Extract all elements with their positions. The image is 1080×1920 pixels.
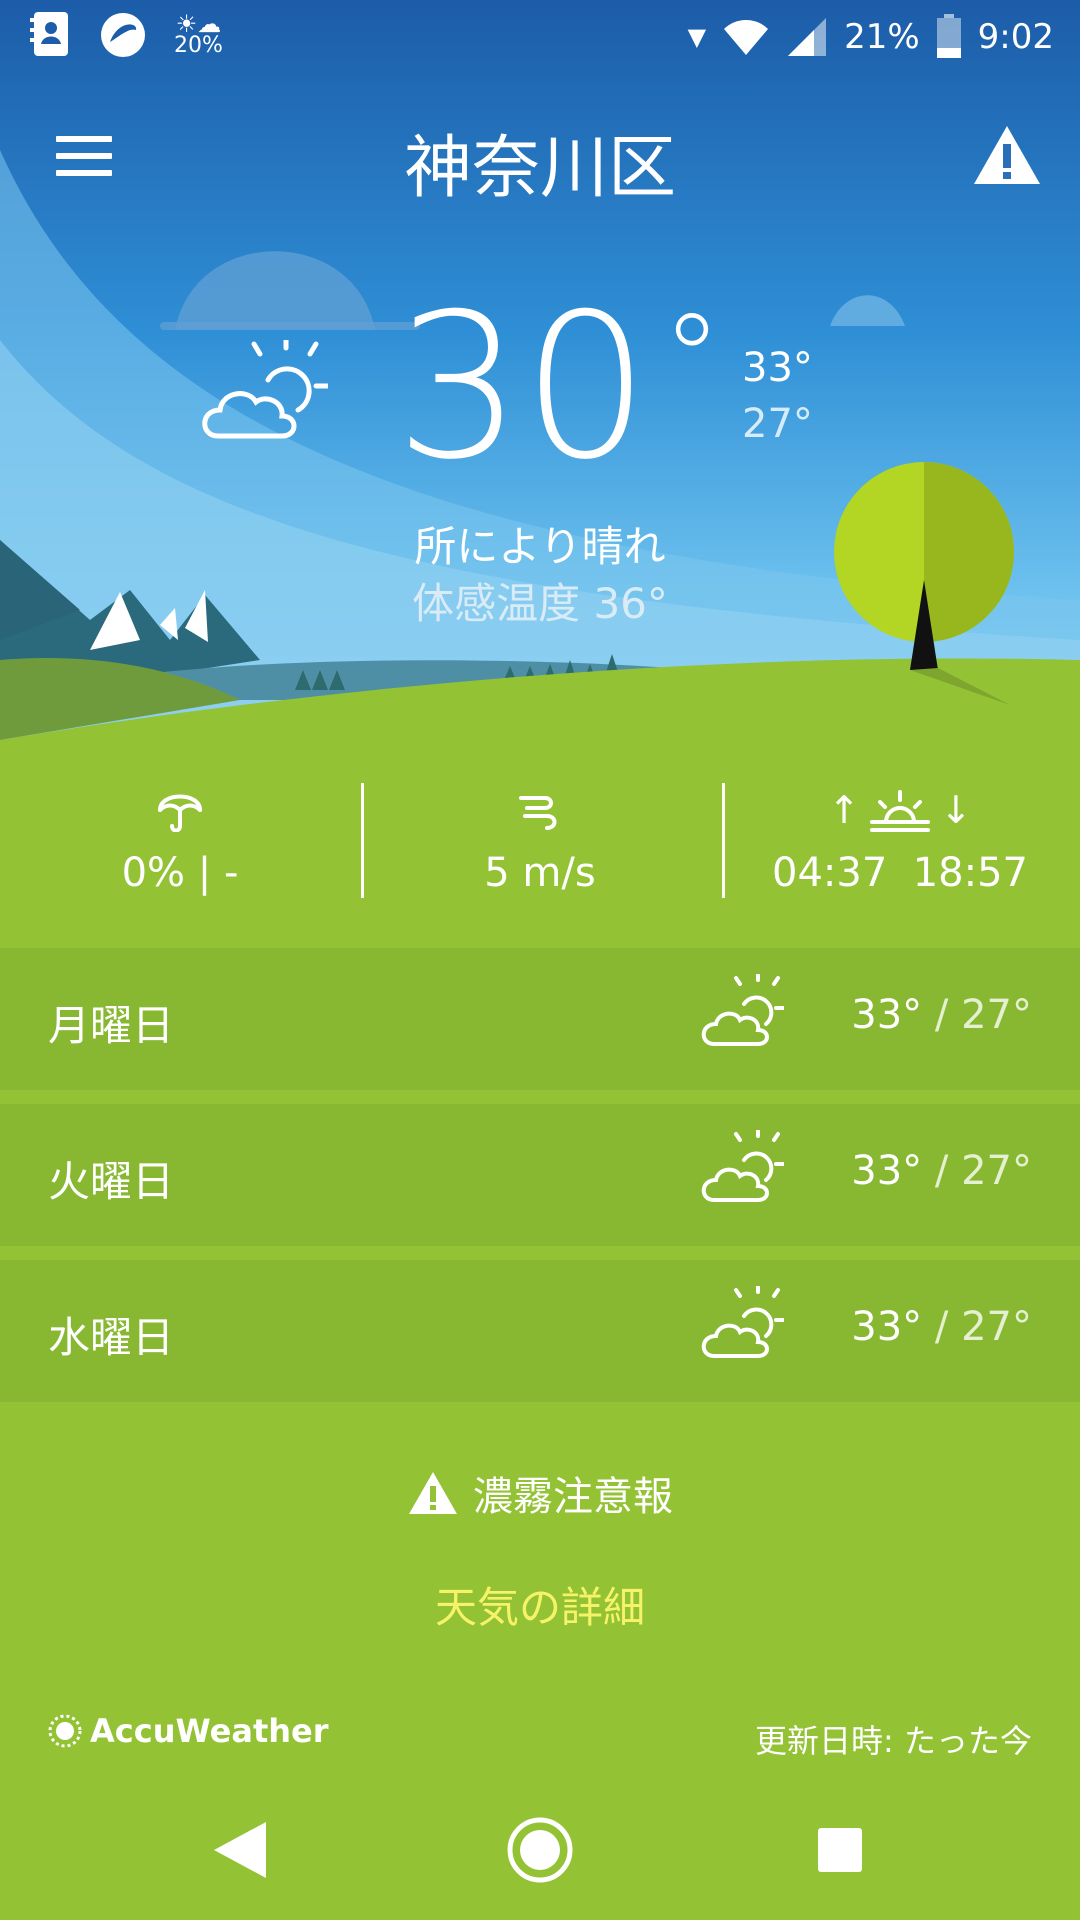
brand-text: AccuWeather	[90, 1712, 329, 1750]
navigation-bar	[0, 1800, 1080, 1920]
updated-time: 更新日時: たった今	[755, 1722, 1032, 1760]
forecast-day: 月曜日	[48, 1001, 175, 1050]
sunrise-icon	[870, 790, 930, 832]
warning-text: 濃霧注意報	[473, 1474, 673, 1520]
umbrella-icon	[158, 794, 202, 832]
divider	[722, 783, 725, 898]
battery-percent: 21%	[844, 17, 920, 57]
app-notification-icon	[101, 13, 145, 57]
sunrise-time: 04:37	[772, 850, 888, 896]
partly-sunny-icon	[701, 974, 784, 1046]
today-high: 33°	[742, 345, 813, 391]
forecast-low: 27°	[961, 1148, 1032, 1194]
home-button[interactable]	[506, 1816, 574, 1884]
cell-signal-icon	[788, 18, 827, 56]
details-strip: 0% | - 5 m/s ↑ ↓ 04:37 18:57	[0, 780, 1080, 900]
status-bar: ☀☁ 20% ▼ 21% 9:02	[0, 0, 1080, 76]
forecast-temps: 33° / 27°	[851, 1304, 1032, 1350]
weather-details-link[interactable]: 天気の詳細	[0, 1574, 1080, 1635]
alert-triangle-icon[interactable]	[972, 124, 1042, 186]
forecast-row[interactable]: 月曜日 33° / 27°	[0, 948, 1080, 1090]
forecast-high: 33°	[851, 1148, 923, 1194]
partly-sunny-icon	[701, 1286, 784, 1358]
accuweather-logo[interactable]: AccuWeather	[48, 1712, 329, 1750]
alert-triangle-icon	[409, 1472, 457, 1514]
partly-sunny-icon	[701, 1130, 784, 1202]
sun-detail: ↑ ↓ 04:37 18:57	[720, 780, 1080, 896]
current-temperature: 30	[395, 271, 650, 504]
forecast-day: 火曜日	[48, 1157, 175, 1206]
partly-sunny-icon	[202, 340, 328, 439]
precipitation-detail: 0% | -	[0, 780, 360, 896]
forecast-temps: 33° / 27°	[851, 1148, 1032, 1194]
location-title: 神奈川区	[403, 129, 676, 208]
wind-value: 5 m/s	[484, 850, 596, 896]
sunrise-arrow-icon: ↑	[828, 788, 860, 832]
weather-warning[interactable]: 濃霧注意報	[0, 1464, 1080, 1522]
clock: 9:02	[977, 17, 1054, 57]
forecast-day: 水曜日	[48, 1313, 175, 1362]
forecast-row[interactable]: 火曜日 33° / 27°	[0, 1104, 1080, 1246]
precipitation-value: 0% | -	[121, 850, 239, 896]
forecast-high: 33°	[851, 1304, 923, 1350]
weather-screen: ☀☁ 20% ▼ 21% 9:02 神奈川区 30 ° 33° 27° 所により…	[0, 0, 1080, 1920]
forecast-high: 33°	[851, 992, 923, 1038]
forecast-low: 27°	[961, 1304, 1032, 1350]
wind-detail: 5 m/s	[360, 780, 720, 896]
sun-times: 04:37 18:57	[720, 850, 1080, 896]
high-low: 33° 27°	[742, 340, 813, 452]
signal-arrow-icon: ▼	[687, 23, 707, 51]
degree-symbol: °	[662, 290, 722, 429]
sunset-arrow-icon: ↓	[940, 788, 972, 832]
recents-button[interactable]	[816, 1826, 864, 1874]
accuweather-sun-icon	[48, 1714, 82, 1748]
wind-icon	[519, 796, 557, 830]
weather-status-percent: 20%	[174, 33, 223, 58]
wifi-icon	[724, 20, 769, 55]
divider	[361, 783, 364, 898]
forecast-separator: /	[922, 992, 962, 1038]
contacts-app-icon	[30, 12, 68, 56]
forecast-temps: 33° / 27°	[851, 992, 1032, 1038]
forecast-separator: /	[922, 1304, 962, 1350]
forecast-row[interactable]: 水曜日 33° / 27°	[0, 1260, 1080, 1402]
sunset-time: 18:57	[912, 850, 1028, 896]
forecast-separator: /	[922, 1148, 962, 1194]
battery-icon	[936, 14, 961, 58]
today-low: 27°	[742, 401, 813, 447]
forecast-low: 27°	[961, 992, 1032, 1038]
weather-status-icon: ☀☁ 20%	[174, 10, 223, 58]
back-button[interactable]	[210, 1818, 270, 1882]
feels-like-text: 体感温度 36°	[412, 579, 668, 628]
condition-text: 所により晴れ	[414, 522, 666, 571]
